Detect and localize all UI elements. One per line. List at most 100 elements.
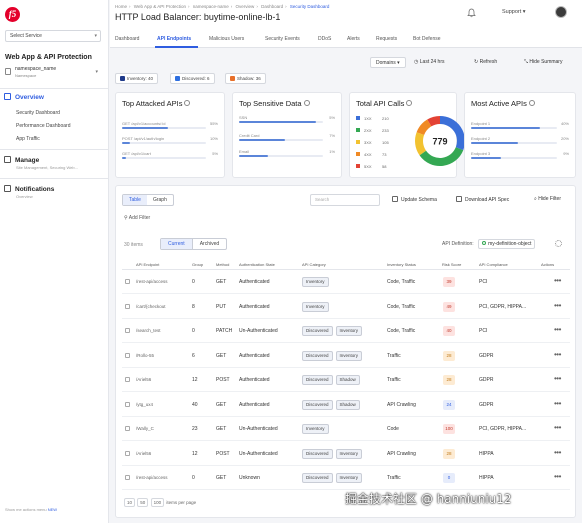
more-actions-icon[interactable]: ••• bbox=[554, 374, 561, 383]
bar-row[interactable]: Credit Card 7% bbox=[239, 133, 335, 145]
row-checkbox[interactable] bbox=[125, 328, 130, 333]
donut-slice-3xx[interactable] bbox=[415, 132, 427, 156]
bar-row[interactable]: Endpoint 3 9% bbox=[471, 151, 569, 163]
donut-slice-5xx[interactable] bbox=[427, 116, 441, 127]
sidebar-footer[interactable]: Show me actions menu NEW bbox=[5, 507, 57, 512]
f5-logo[interactable]: f5 bbox=[5, 7, 20, 22]
breadcrumb-item[interactable]: Home bbox=[115, 4, 127, 9]
namespace-selector[interactable]: namespace_name Namespace ▾ bbox=[5, 66, 101, 83]
donut-slice-2xx[interactable] bbox=[419, 146, 464, 166]
tab-bot-defense[interactable]: Bot Defense bbox=[413, 36, 441, 42]
nav-app-traffic[interactable]: App Traffic bbox=[16, 136, 40, 142]
col-auth-state[interactable]: Authentication State bbox=[239, 262, 275, 267]
view-graph-button[interactable]: Graph bbox=[147, 195, 173, 205]
refresh-button[interactable]: ↻ Refresh bbox=[474, 57, 497, 68]
more-actions-icon[interactable]: ••• bbox=[554, 350, 561, 359]
update-schema-button[interactable]: Update Schema bbox=[392, 196, 437, 203]
more-actions-icon[interactable]: ••• bbox=[554, 472, 561, 481]
select-service-dropdown[interactable]: Select Service ▾ bbox=[5, 30, 101, 42]
tab-ddos[interactable]: DDoS bbox=[318, 36, 331, 42]
col-method[interactable]: Method bbox=[216, 262, 229, 267]
table-row[interactable]: /Wally_C 23 GET Un-Authenticated Inventory Co… bbox=[122, 418, 570, 441]
footer-toggle[interactable]: NEW bbox=[48, 507, 57, 512]
col-api-category[interactable]: API Category bbox=[302, 262, 326, 267]
row-checkbox[interactable] bbox=[125, 401, 130, 407]
bar-row[interactable]: SSN 5% bbox=[239, 115, 335, 127]
bar-row[interactable]: GET /api/v1/cart 5% bbox=[122, 151, 218, 163]
tab-security-events[interactable]: Security Events bbox=[265, 36, 300, 42]
cell-endpoint[interactable]: /Wally_C bbox=[136, 426, 154, 431]
cell-endpoint[interactable]: /Ariel56 bbox=[136, 451, 151, 456]
breadcrumb-item[interactable]: Web App & API Protection bbox=[134, 4, 186, 9]
segment-current[interactable]: Current bbox=[161, 239, 193, 249]
chip-discovered[interactable]: Discovered: 6 bbox=[170, 73, 215, 84]
tab-requests[interactable]: Requests bbox=[376, 36, 397, 42]
row-checkbox[interactable] bbox=[125, 475, 130, 480]
avatar[interactable] bbox=[555, 6, 567, 18]
col-inventory-status[interactable]: Inventory Status bbox=[387, 262, 416, 267]
api-calls-donut-chart[interactable]: 779 bbox=[414, 115, 466, 167]
table-row[interactable]: /Rollo-55 6 GET Authenticated Discovered Inve… bbox=[122, 345, 570, 368]
bar-row[interactable]: Endpoint 1 40% bbox=[471, 121, 569, 133]
cell-endpoint[interactable]: /Rollo-55 bbox=[136, 353, 154, 358]
table-row[interactable]: /ytg_ux4 40 GET Authenticated Discovered Shad… bbox=[122, 394, 570, 417]
info-icon[interactable] bbox=[406, 100, 413, 106]
time-range-picker[interactable]: ◷ Last 24 hrs bbox=[414, 57, 445, 68]
bell-icon[interactable] bbox=[467, 8, 476, 18]
row-checkbox[interactable] bbox=[125, 352, 130, 358]
bar-row[interactable]: Endpoint 2 20% bbox=[471, 136, 569, 148]
info-icon[interactable] bbox=[184, 100, 191, 106]
nav-manage[interactable]: Manage bbox=[4, 156, 39, 164]
col-api-endpoint[interactable]: API Endpoint bbox=[136, 262, 159, 267]
info-icon[interactable] bbox=[303, 100, 310, 106]
table-row[interactable]: /rest-api/access 0 GET Authenticated Invento… bbox=[122, 271, 570, 294]
gear-icon[interactable] bbox=[555, 240, 562, 247]
breadcrumb-item[interactable]: namespace-name bbox=[193, 4, 229, 9]
table-row[interactable]: /rest-api/access 0 GET Unknown Discovered Inv… bbox=[122, 467, 570, 490]
cell-endpoint[interactable]: /ytg_ux4 bbox=[136, 402, 153, 407]
row-checkbox[interactable] bbox=[125, 450, 130, 456]
cell-endpoint[interactable]: /cart/{checkout bbox=[136, 304, 166, 309]
tab-malicious-users[interactable]: Malicious Users bbox=[209, 36, 244, 42]
cell-endpoint[interactable]: /Ariel56 bbox=[136, 377, 151, 382]
cell-endpoint[interactable]: /rest-api/access bbox=[136, 475, 168, 480]
support-menu[interactable]: Support ▾ bbox=[502, 9, 526, 15]
page-size-option[interactable]: 100 bbox=[150, 498, 165, 507]
more-actions-icon[interactable]: ••• bbox=[554, 325, 561, 334]
tab-alerts[interactable]: Alerts bbox=[347, 36, 360, 42]
page-size-option[interactable]: 10 bbox=[124, 498, 136, 507]
search-input[interactable]: Search bbox=[310, 194, 380, 206]
nav-overview[interactable]: Overview bbox=[4, 93, 44, 101]
table-row[interactable]: /cart/{checkout 8 PUT Authenticated Inventor… bbox=[122, 296, 570, 319]
breadcrumb-item[interactable]: Security Dashboard bbox=[290, 4, 330, 9]
api-definition-tag[interactable]: my-definition-object bbox=[478, 239, 536, 249]
more-actions-icon[interactable]: ••• bbox=[554, 423, 561, 432]
row-checkbox[interactable] bbox=[125, 303, 130, 309]
col-api-compliance[interactable]: API Compliance bbox=[479, 262, 508, 267]
table-row[interactable]: /Ariel56 12 POST Un-Authenticated Discovered… bbox=[122, 443, 570, 466]
info-icon[interactable] bbox=[528, 100, 535, 106]
bar-row[interactable]: GET /api/v1/accounts/:id 55% bbox=[122, 121, 218, 133]
more-actions-icon[interactable]: ••• bbox=[554, 276, 561, 285]
hide-filter-button[interactable]: ⌕ Hide Filter bbox=[534, 196, 561, 202]
domains-dropdown[interactable]: Domains ▾ bbox=[370, 57, 406, 68]
row-checkbox[interactable] bbox=[125, 377, 130, 382]
add-filter-button[interactable]: ⚲ Add Filter bbox=[124, 215, 150, 221]
more-actions-icon[interactable]: ••• bbox=[554, 301, 561, 310]
cell-endpoint[interactable]: /rest-api/access bbox=[136, 279, 168, 284]
breadcrumb-item[interactable]: Dashboard bbox=[261, 4, 283, 9]
nav-performance-dashboard[interactable]: Performance Dashboard bbox=[16, 123, 70, 129]
bar-row[interactable]: Email 1% bbox=[239, 149, 335, 161]
col-risk-score[interactable]: Risk Score bbox=[442, 262, 461, 267]
donut-slice-4xx[interactable] bbox=[416, 119, 432, 136]
row-checkbox[interactable] bbox=[125, 426, 130, 431]
nav-notifications[interactable]: Notifications bbox=[4, 185, 54, 193]
row-checkbox[interactable] bbox=[125, 279, 130, 284]
chip-shadow[interactable]: Shadow: 36 bbox=[225, 73, 266, 84]
tab-dashboard[interactable]: Dashboard bbox=[115, 36, 139, 42]
breadcrumb-item[interactable]: Overview bbox=[236, 4, 255, 9]
page-size-option[interactable]: 50 bbox=[137, 498, 149, 507]
segment-archived[interactable]: Archived bbox=[193, 239, 226, 249]
bar-row[interactable]: POST /api/v1/auth/login 10% bbox=[122, 136, 218, 148]
download-api-spec-button[interactable]: Download API Spec bbox=[456, 196, 509, 203]
